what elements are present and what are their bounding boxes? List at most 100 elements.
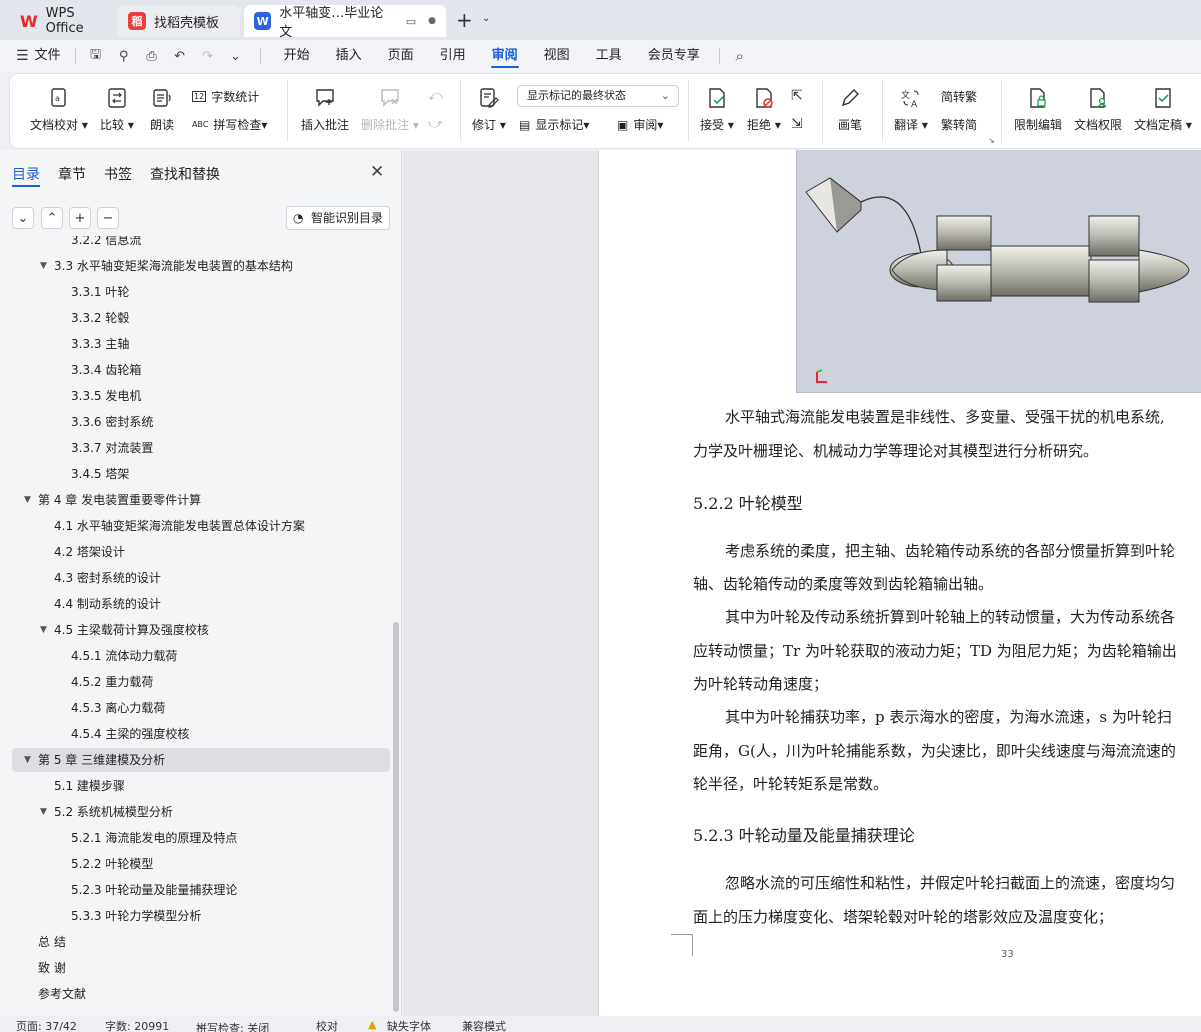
toc-item[interactable]	[12, 332, 390, 356]
toc-item[interactable]	[12, 280, 390, 304]
finalize-icon	[1151, 86, 1175, 110]
menu-home[interactable]: 开始	[271, 40, 323, 72]
reject-button[interactable]: 拒绝 ▾	[747, 86, 781, 133]
print-preview-icon[interactable]: ⎙	[141, 45, 163, 67]
tab-toc[interactable]: 目录	[12, 164, 40, 184]
menu-references[interactable]: 引用	[427, 40, 479, 72]
compare-button[interactable]: 比较 ▾	[100, 86, 134, 133]
search-icon[interactable]: ⌕	[729, 45, 751, 67]
undo-icon[interactable]: ↶	[169, 45, 191, 67]
next-change-icon[interactable]: ⇲	[791, 116, 803, 132]
toc-item[interactable]	[12, 956, 390, 980]
track-changes-button[interactable]: 修订 ▾	[472, 86, 506, 133]
menu-review[interactable]: 审阅	[479, 40, 531, 72]
share-icon[interactable]: ⚲	[113, 45, 135, 67]
collapse-all-button[interactable]: ⌄	[12, 207, 34, 229]
prev-comment-icon[interactable]: ⤺	[428, 88, 443, 104]
read-aloud-icon	[150, 86, 174, 110]
unsaved-dot-icon[interactable]: ●	[428, 16, 436, 26]
chevron-down-icon[interactable]: ⌄	[482, 13, 490, 24]
review-pane-button[interactable]: ▣审阅 ▾	[617, 116, 663, 133]
chevron-up-icon: ⌃	[47, 211, 58, 226]
toc-item[interactable]	[12, 306, 390, 330]
toc-item[interactable]	[12, 462, 390, 486]
page-indicator[interactable]: 页面: 37/42	[16, 1018, 77, 1032]
smart-toc-button[interactable]: ◔ 智能识别目录	[286, 206, 390, 230]
proof-status[interactable]: 校对	[316, 1018, 338, 1032]
doc-proofread-button[interactable]: a 文档校对 ▾	[30, 86, 88, 133]
redo-icon[interactable]: ↷	[197, 45, 219, 67]
menu-insert[interactable]: 插入	[323, 40, 375, 72]
toc-scrollbar[interactable]	[393, 622, 399, 1012]
chevron-down-icon[interactable]: ⌄	[225, 45, 247, 67]
word-count-icon: 12	[192, 91, 206, 102]
to-simplified-button[interactable]: 繁转简	[941, 116, 977, 133]
doc-permission-button[interactable]: 文档权限	[1074, 86, 1122, 133]
menu-page[interactable]: 页面	[375, 40, 427, 72]
toc-item[interactable]	[12, 852, 390, 876]
insert-comment-button[interactable]: 插入批注	[301, 86, 349, 133]
close-icon[interactable]: ✕	[370, 162, 384, 182]
to-traditional-button[interactable]: 简转繁	[941, 88, 977, 105]
pen-button[interactable]: 画笔	[838, 86, 862, 133]
toc-item[interactable]	[12, 410, 390, 434]
toc-item-label: 4.5.2 重力载荷	[71, 670, 153, 694]
expand-caret-icon[interactable]: ▼	[24, 748, 31, 772]
save-icon[interactable]: 🖫	[85, 45, 107, 67]
toc-item-label: 5.2.1 海流能发电的原理及特点	[71, 826, 237, 850]
spell-check-button[interactable]: ABC拼写检查 ▾	[192, 116, 267, 133]
toc-item[interactable]	[12, 236, 390, 252]
toc-item-label: 3.3.6 密封系统	[71, 410, 153, 434]
missing-font-status[interactable]: 缺失字体	[387, 1018, 431, 1032]
toc-item[interactable]	[12, 384, 390, 408]
expand-caret-icon[interactable]: ▼	[24, 488, 31, 512]
toc-item[interactable]	[12, 358, 390, 382]
expand-up-button[interactable]: ⌃	[41, 207, 63, 229]
tab-document[interactable]: W 水平轴变…毕业论文 ▭ ●	[244, 5, 446, 37]
tab-bookmarks[interactable]: 书签	[104, 164, 132, 184]
spell-check-status[interactable]: 拼写检查: 关闭 ⌄	[196, 1018, 205, 1031]
toc-item[interactable]	[12, 436, 390, 460]
menu-member[interactable]: 会员专享	[635, 40, 713, 72]
toc-item[interactable]	[12, 722, 390, 746]
translate-button[interactable]: 文A 翻译 ▾	[894, 86, 928, 133]
menu-view[interactable]: 视图	[531, 40, 583, 72]
delete-comment-button[interactable]: 删除批注 ▾	[361, 86, 419, 133]
expand-corner-icon[interactable]: ↘	[988, 136, 995, 145]
expand-caret-icon[interactable]: ▼	[40, 618, 47, 642]
toc-item-label: 参考文献	[38, 982, 86, 1006]
word-count-button[interactable]: 12字数统计	[192, 88, 259, 105]
toc-item-label: 4.2 塔架设计	[54, 540, 125, 564]
doc-finalize-button[interactable]: 文档定稿 ▾	[1134, 86, 1192, 133]
toc-item[interactable]	[12, 670, 390, 694]
expand-caret-icon[interactable]: ▼	[40, 254, 47, 278]
markup-state-select[interactable]: 显示标记的最终状态 ⌄	[517, 85, 679, 107]
hamburger-icon[interactable]: ☰	[16, 48, 29, 64]
add-heading-button[interactable]: +	[69, 207, 91, 229]
toc-item[interactable]	[12, 930, 390, 954]
tab-wps-office[interactable]: W WPS Office	[10, 5, 114, 37]
next-comment-icon[interactable]: ⤻	[428, 116, 443, 132]
show-markup-button[interactable]: ▤显示标记 ▾	[519, 116, 589, 133]
expand-caret-icon[interactable]: ▼	[40, 800, 47, 824]
tab-chapters[interactable]: 章节	[58, 164, 86, 184]
toc-item[interactable]	[12, 696, 390, 720]
body-text: 力学及叶栅理论、机械动力学等理论对其模型进行分析研究。	[693, 440, 1098, 461]
reject-icon	[752, 86, 776, 110]
menu-file[interactable]: 文件	[35, 40, 69, 72]
toc-item-label: 3.3.1 叶轮	[71, 280, 129, 304]
proofread-icon: a	[47, 86, 71, 110]
prev-change-icon[interactable]: ⇱	[791, 88, 803, 104]
monitor-icon[interactable]: ▭	[406, 15, 416, 28]
compare-icon	[105, 86, 129, 110]
accept-button[interactable]: 接受 ▾	[700, 86, 734, 133]
menu-tools[interactable]: 工具	[583, 40, 635, 72]
tab-docer-templates[interactable]: 稻 找稻壳模板	[118, 5, 240, 37]
tab-find-replace[interactable]: 查找和替换	[150, 164, 220, 184]
read-aloud-button[interactable]: 朗读	[150, 86, 174, 133]
word-count-status[interactable]: 字数: 20991	[105, 1018, 169, 1032]
toc-item[interactable]	[12, 644, 390, 668]
restrict-edit-button[interactable]: 限制编辑	[1014, 86, 1062, 133]
remove-heading-button[interactable]: −	[97, 207, 119, 229]
new-tab-icon[interactable]: +	[456, 8, 473, 32]
